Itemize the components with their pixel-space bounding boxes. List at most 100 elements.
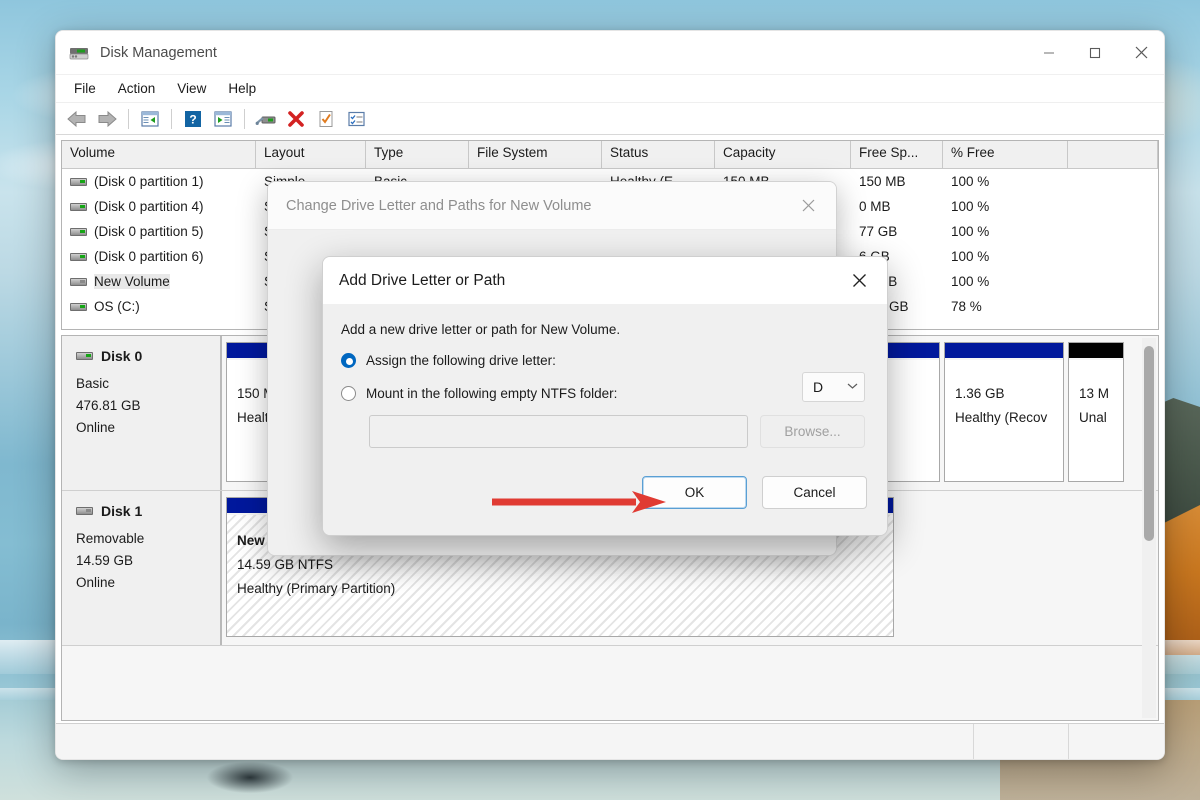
cell-percent-free: 100 % [951, 174, 990, 189]
mount-path-input[interactable] [369, 415, 748, 448]
partition-size: 14.59 GB NTFS [237, 557, 334, 572]
back-icon[interactable] [63, 106, 91, 132]
cell-free-space: 150 MB [859, 174, 906, 189]
column-free-space[interactable]: Free Sp... [851, 141, 943, 168]
disk-icon [76, 507, 93, 515]
chevron-down-icon [847, 382, 858, 393]
cell-percent-free: 100 % [951, 274, 990, 289]
volume-icon [70, 252, 87, 261]
cell-volume: New Volume [94, 274, 170, 289]
menu-action[interactable]: Action [108, 78, 166, 99]
partition-block-unallocated[interactable]: 13 M Unal [1068, 342, 1124, 482]
show-hide-console-tree-icon[interactable] [136, 106, 164, 132]
column-type[interactable]: Type [366, 141, 469, 168]
title-bar: Disk Management [56, 31, 1164, 75]
disk-management-icon [68, 42, 90, 64]
cell-volume: (Disk 0 partition 5) [94, 224, 204, 239]
status-segment-2 [974, 724, 1069, 759]
toolbar: ? [56, 103, 1164, 135]
mount-path-row: Browse... [341, 415, 865, 448]
cell-free-space: 0 MB [859, 199, 891, 214]
radio-mount-ntfs-folder[interactable] [341, 386, 356, 401]
add-drive-letter-description: Add a new drive letter or path for New V… [341, 322, 621, 337]
cell-percent-free: 78 % [951, 299, 982, 314]
cancel-button[interactable]: Cancel [762, 476, 867, 509]
disk-size: 14.59 GB [76, 553, 134, 568]
change-drive-letter-title-bar: Change Drive Letter and Paths for New Vo… [268, 182, 836, 230]
toolbar-separator [128, 108, 129, 129]
add-drive-letter-body: Add a new drive letter or path for New V… [323, 304, 887, 535]
disk-info-1[interactable]: Disk 1 Removable 14.59 GB Online [62, 491, 222, 645]
volume-icon [70, 227, 87, 236]
menu-bar: File Action View Help [56, 75, 1164, 103]
column-file-system[interactable]: File System [469, 141, 602, 168]
add-drive-letter-title-bar: Add Drive Letter or Path [323, 257, 887, 304]
disk-size: 476.81 GB [76, 398, 141, 413]
ok-button[interactable]: OK [642, 476, 747, 509]
volume-icon [70, 302, 87, 311]
menu-view[interactable]: View [167, 78, 216, 99]
partition-size: 1.36 GB [955, 386, 1005, 401]
disk-info-0[interactable]: Disk 0 Basic 476.81 GB Online [62, 336, 222, 490]
mount-ntfs-folder-option[interactable]: Mount in the following empty NTFS folder… [341, 386, 865, 401]
volume-icon [70, 277, 87, 286]
assign-drive-letter-label: Assign the following drive letter: [366, 353, 556, 368]
close-icon[interactable] [839, 262, 879, 300]
cell-volume: (Disk 0 partition 4) [94, 199, 204, 214]
properties-icon[interactable] [312, 106, 340, 132]
partition-body: 13 M Unal [1069, 360, 1123, 481]
cell-percent-free: 100 % [951, 199, 990, 214]
maximize-icon[interactable] [1072, 31, 1118, 75]
task-list-icon[interactable] [342, 106, 370, 132]
scrollbar-thumb[interactable] [1144, 346, 1154, 541]
column-status[interactable]: Status [602, 141, 715, 168]
volume-icon [70, 202, 87, 211]
partition-block[interactable]: 1.36 GB Healthy (Recov [944, 342, 1064, 482]
disk-icon [76, 352, 93, 360]
disk-name: Disk 0 [101, 348, 143, 364]
partition-body: 1.36 GB Healthy (Recov [945, 360, 1063, 481]
forward-icon[interactable] [93, 106, 121, 132]
radio-assign-drive-letter[interactable] [341, 353, 356, 368]
drive-letter-value: D [813, 379, 824, 395]
column-volume[interactable]: Volume [62, 141, 256, 168]
add-drive-letter-buttons: OK Cancel [642, 476, 867, 509]
column-capacity[interactable]: Capacity [715, 141, 851, 168]
assign-drive-letter-option[interactable]: Assign the following drive letter: [341, 353, 865, 368]
cell-percent-free: 100 % [951, 224, 990, 239]
window-title: Disk Management [100, 44, 217, 61]
change-drive-letter-title: Change Drive Letter and Paths for New Vo… [286, 197, 592, 214]
cell-volume: OS (C:) [94, 299, 140, 314]
close-icon[interactable] [1118, 31, 1164, 75]
cell-volume: (Disk 0 partition 1) [94, 174, 204, 189]
column-spacer[interactable] [1068, 141, 1158, 168]
cell-percent-free: 100 % [951, 249, 990, 264]
browse-button[interactable]: Browse... [760, 415, 865, 448]
status-bar [56, 723, 1164, 759]
menu-help[interactable]: Help [218, 78, 266, 99]
window-controls [1026, 31, 1164, 75]
add-drive-letter-dialog: Add Drive Letter or Path Add a new drive… [322, 256, 888, 536]
partition-status: Healthy (Primary Partition) [237, 581, 396, 596]
partition-status: Healthy (Recov [955, 410, 1048, 425]
minimize-icon[interactable] [1026, 31, 1072, 75]
close-icon[interactable] [788, 187, 828, 225]
disk-kind: Basic [76, 376, 110, 391]
volume-icon [70, 177, 87, 186]
disk-state: Online [76, 420, 116, 435]
rock-decor [190, 755, 310, 800]
menu-file[interactable]: File [64, 78, 106, 99]
help-icon[interactable]: ? [179, 106, 207, 132]
cell-volume: (Disk 0 partition 6) [94, 249, 204, 264]
status-segment-main [56, 724, 974, 759]
rescan-disks-icon[interactable] [252, 106, 280, 132]
volume-table-header: Volume Layout Type File System Status Ca… [62, 141, 1158, 169]
disk-panel-scrollbar[interactable] [1142, 338, 1156, 718]
toolbar-separator [244, 108, 245, 129]
column-layout[interactable]: Layout [256, 141, 366, 168]
partition-capacity-bar [1069, 343, 1123, 360]
delete-icon[interactable] [282, 106, 310, 132]
show-hide-action-pane-icon[interactable] [209, 106, 237, 132]
drive-letter-select[interactable]: D [802, 372, 865, 402]
column-percent-free[interactable]: % Free [943, 141, 1068, 168]
